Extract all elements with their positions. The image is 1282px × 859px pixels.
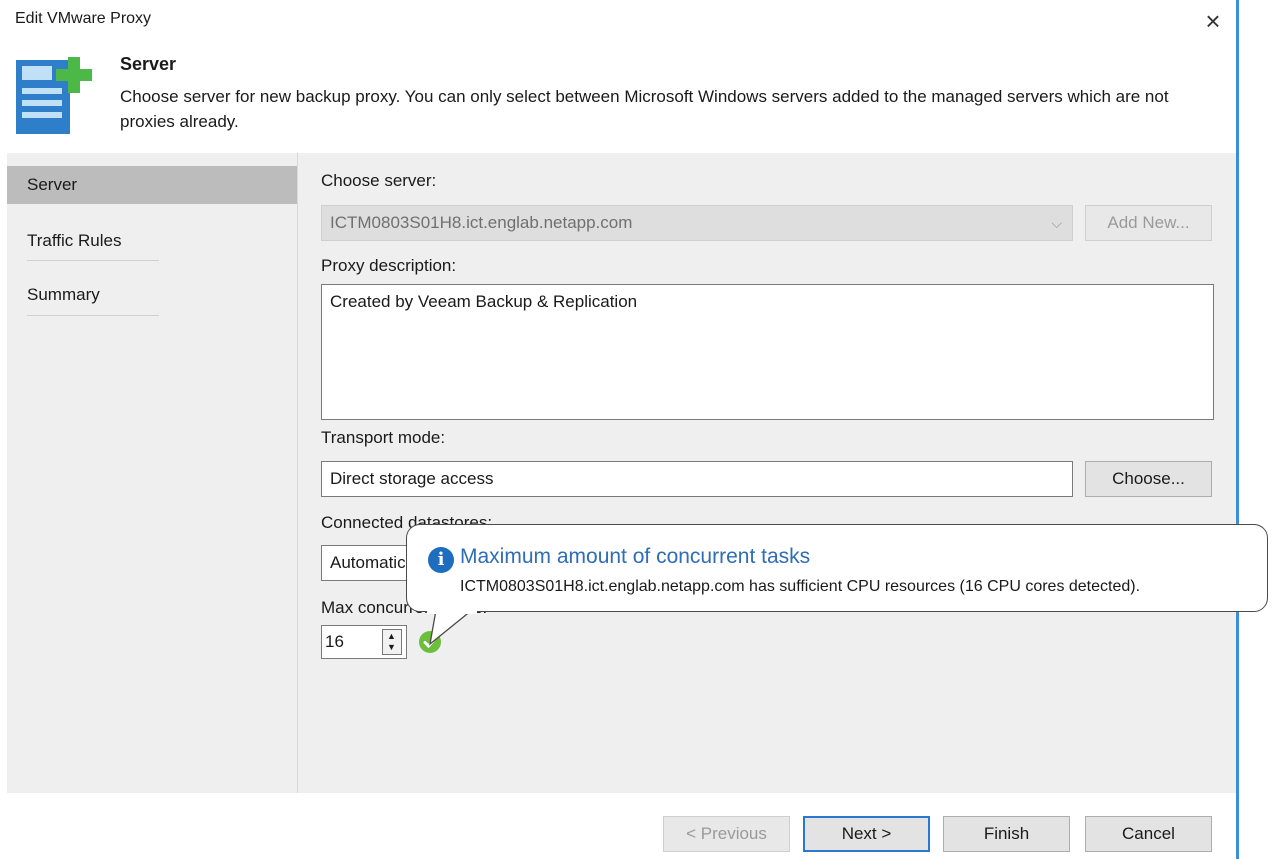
page-title: Server xyxy=(120,54,177,74)
proxy-description-label: Proxy description: xyxy=(321,256,457,275)
proxy-description-textarea[interactable]: Created by Veeam Backup & Replication xyxy=(321,284,1214,420)
sidebar-item-traffic-rules[interactable]: Traffic Rules xyxy=(7,222,297,260)
close-icon[interactable]: × xyxy=(1196,4,1230,38)
transport-mode-value: Direct storage access xyxy=(330,469,494,488)
stepper-down-icon[interactable]: ▼ xyxy=(387,643,396,652)
tooltip-title: Maximum amount of concurrent tasks xyxy=(460,545,811,568)
tooltip-text: ICTM0803S01H8.ict.englab.netapp.com has … xyxy=(460,578,1141,595)
tooltip-pointer-cover xyxy=(427,604,477,614)
choose-transport-button[interactable]: Choose... xyxy=(1085,461,1212,497)
sidebar-item-summary[interactable]: Summary xyxy=(7,276,297,314)
add-new-button[interactable]: Add New... xyxy=(1085,205,1212,241)
choose-server-label: Choose server: xyxy=(321,171,437,190)
sidebar-item-label: Traffic Rules xyxy=(27,231,122,250)
transport-mode-field: Direct storage access xyxy=(321,461,1073,497)
info-icon: i xyxy=(428,547,454,573)
nav-divider-line xyxy=(27,260,159,261)
finish-button[interactable]: Finish xyxy=(943,816,1070,852)
server-select[interactable]: ICTM0803S01H8.ict.englab.netapp.com ⌵ xyxy=(321,205,1073,241)
next-button[interactable]: Next > xyxy=(803,816,930,852)
nav-divider-line xyxy=(27,315,159,316)
stepper-buttons[interactable]: ▲ ▼ xyxy=(382,629,402,655)
stepper-up-icon[interactable]: ▲ xyxy=(387,632,396,641)
previous-button[interactable]: < Previous xyxy=(663,816,790,852)
sidebar-item-label: Server xyxy=(27,175,78,194)
server-value: ICTM0803S01H8.ict.englab.netapp.com xyxy=(330,213,633,232)
transport-mode-label: Transport mode: xyxy=(321,428,446,447)
cancel-button[interactable]: Cancel xyxy=(1085,816,1212,852)
sidebar-item-server[interactable]: Server xyxy=(7,166,297,204)
page-description: Choose server for new backup proxy. You … xyxy=(120,87,1169,131)
nav-divider xyxy=(297,153,298,793)
proxy-description-value: Created by Veeam Backup & Replication xyxy=(330,292,638,311)
proxy-add-icon xyxy=(14,54,102,140)
chevron-down-icon: ⌵ xyxy=(1051,215,1062,231)
max-concurrent-stepper[interactable]: 16 ▲ ▼ xyxy=(321,625,407,659)
window-edge xyxy=(1236,0,1239,859)
max-concurrent-value: 16 xyxy=(325,632,344,651)
window-title: Edit VMware Proxy xyxy=(15,10,152,27)
sidebar-item-label: Summary xyxy=(27,285,100,304)
